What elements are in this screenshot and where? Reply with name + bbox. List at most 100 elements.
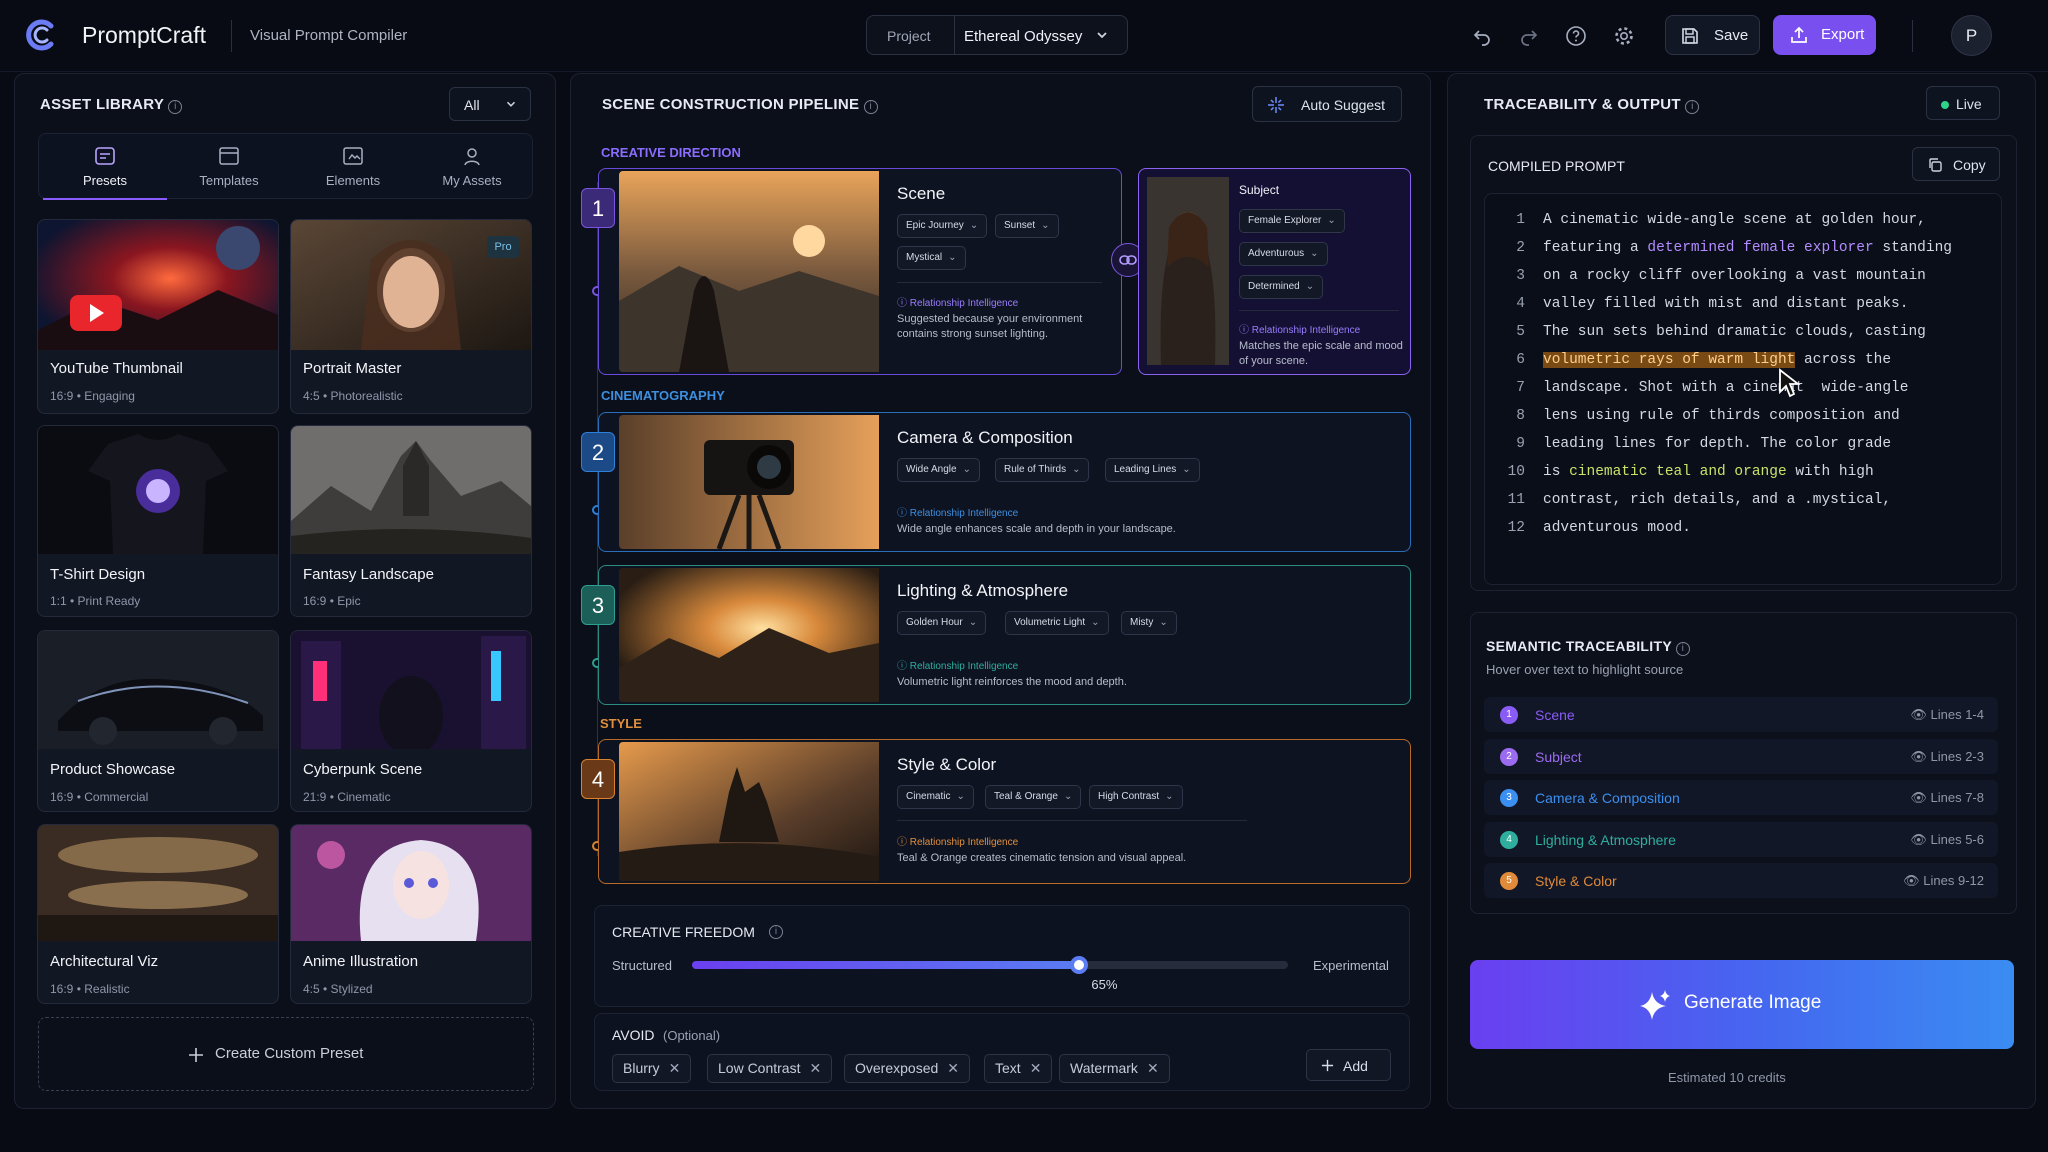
trace-name: Subject (1535, 748, 1582, 765)
close-icon[interactable]: ✕ (1030, 1060, 1042, 1076)
avoid-tag-low-contrast[interactable]: Low Contrast ✕ (707, 1054, 833, 1083)
trace-lines-text: Lines 1-4 (1930, 707, 1984, 722)
lighting-image (619, 568, 879, 702)
project-selector[interactable]: Project Ethereal Odyssey (866, 15, 1128, 55)
create-custom-preset-button[interactable]: Create Custom Preset (38, 1017, 534, 1091)
relationship-intelligence-text: Relationship Intelligence (909, 508, 1019, 519)
chip-female-explorer[interactable]: Female Explorer (1239, 209, 1345, 233)
step-camera-composition-card[interactable]: Camera & Composition Wide Angle Rule of … (598, 412, 1411, 552)
chip-mystical[interactable]: Mystical (897, 246, 966, 270)
tag-label: Low Contrast (718, 1060, 801, 1076)
line-number: 11 (1507, 492, 1525, 508)
close-icon[interactable]: ✕ (809, 1060, 821, 1076)
tag-label: Overexposed (855, 1060, 939, 1076)
chip-adventurous[interactable]: Adventurous (1239, 242, 1328, 266)
tag-label: Watermark (1070, 1060, 1138, 1076)
close-icon[interactable]: ✕ (1147, 1060, 1159, 1076)
subject-card[interactable]: Subject Female Explorer Adventurous Dete… (1138, 168, 1411, 375)
compiled-prompt-code[interactable]: 1 A cinematic wide-angle scene at golden … (1484, 193, 2002, 585)
tab-templates-label: Templates (199, 173, 259, 188)
help-button[interactable] (1561, 21, 1591, 51)
avoid-tag-blurry[interactable]: Blurry ✕ (612, 1054, 692, 1083)
step-style-color-card[interactable]: Style & Color Cinematic Teal & Orange Hi… (598, 739, 1411, 884)
card-title: YouTube Thumbnail (50, 360, 183, 377)
chip-leading-lines[interactable]: Leading Lines (1105, 458, 1200, 482)
eye-icon[interactable]: 👁 (1910, 832, 1927, 847)
preset-card-architectural-viz[interactable]: Architectural Viz 16:9 • Realistic (37, 824, 279, 1004)
app-subtitle: Visual Prompt Compiler (250, 27, 408, 44)
save-button[interactable]: Save (1665, 15, 1760, 55)
step-scene-card[interactable]: Scene Epic Journey Sunset Mystical ⓘ Rel… (598, 168, 1122, 375)
redo-button[interactable] (1514, 21, 1544, 51)
card-title: Portrait Master (303, 360, 402, 377)
chip-determined[interactable]: Determined (1239, 275, 1324, 299)
elements-icon (343, 147, 363, 165)
divider (897, 820, 1247, 821)
presets-icon (95, 147, 115, 165)
preset-card-youtube-thumbnail[interactable]: YouTube Thumbnail 16:9 • Engaging (37, 219, 279, 414)
settings-button[interactable] (1609, 21, 1639, 51)
export-label: Export (1821, 26, 1865, 43)
pipeline-title-text: SCENE CONSTRUCTION PIPELINE (602, 96, 860, 113)
export-button[interactable]: Export (1773, 15, 1876, 55)
generate-image-button[interactable]: Generate Image (1470, 960, 2014, 1049)
avoid-tag-watermark[interactable]: Watermark ✕ (1059, 1054, 1170, 1083)
info-icon[interactable]: i (769, 925, 783, 939)
auto-suggest-button[interactable]: Auto Suggest (1252, 86, 1402, 122)
chip-rule-of-thirds[interactable]: Rule of Thirds (995, 458, 1090, 482)
eye-icon[interactable]: 👁 (1903, 873, 1920, 888)
chip-high-contrast[interactable]: High Contrast (1089, 785, 1183, 809)
eye-icon[interactable]: 👁 (1910, 749, 1927, 764)
creative-freedom-title: CREATIVE FREEDOM (612, 924, 755, 940)
info-icon[interactable]: i (168, 100, 183, 114)
avatar[interactable]: P (1951, 15, 1992, 56)
chip-epic-journey[interactable]: Epic Journey (897, 214, 988, 238)
slider-track[interactable] (692, 961, 1288, 969)
asset-filter-dropdown[interactable]: All (449, 87, 531, 121)
card-meta: 16:9 • Epic (303, 594, 361, 608)
chip-misty[interactable]: Misty (1121, 611, 1177, 635)
step-lighting-atmosphere-card[interactable]: Lighting & Atmosphere Golden Hour Volume… (598, 565, 1411, 705)
preset-card-tshirt-design[interactable]: T-Shirt Design 1:1 • Print Ready (37, 425, 279, 617)
code-line: 3 on a rocky cliff overlooking a vast mou… (1485, 268, 1926, 284)
copy-button[interactable]: Copy (1912, 147, 2000, 181)
slider-thumb[interactable] (1070, 956, 1089, 974)
eye-icon[interactable]: 👁 (1910, 707, 1927, 722)
trace-lines-text: Lines 2-3 (1930, 748, 1984, 764)
info-icon[interactable]: i (863, 100, 878, 114)
trace-row[interactable]: 4 Lighting & Atmosphere 👁 Lines 5-6 (1484, 821, 1998, 857)
tab-elements[interactable]: Elements (291, 134, 415, 200)
chip-teal-orange[interactable]: Teal & Orange (985, 785, 1082, 809)
tab-presets[interactable]: Presets (43, 134, 167, 200)
preset-card-portrait-master[interactable]: Pro Portrait Master 4:5 • Photorealistic (290, 219, 532, 414)
chip-cinematic[interactable]: Cinematic (897, 785, 974, 809)
create-custom-preset-label: Create Custom Preset (215, 1045, 364, 1062)
info-icon[interactable]: i (1685, 100, 1700, 114)
chip-volumetric-light[interactable]: Volumetric Light (1005, 611, 1109, 635)
trace-row[interactable]: 2 Subject 👁 Lines 2-3 (1484, 738, 1998, 774)
tab-my-assets[interactable]: My Assets (410, 134, 534, 200)
avoid-tag-text[interactable]: Text ✕ (984, 1054, 1053, 1083)
close-icon[interactable]: ✕ (669, 1060, 681, 1076)
close-icon[interactable]: ✕ (947, 1060, 959, 1076)
undo-icon (1473, 30, 1490, 46)
chip-wide-angle[interactable]: Wide Angle (897, 458, 980, 482)
tab-templates[interactable]: Templates (167, 134, 291, 200)
chip-golden-hour[interactable]: Golden Hour (897, 611, 987, 635)
trace-row[interactable]: 5 Style & Color 👁 Lines 9-12 (1484, 863, 1998, 898)
preset-card-anime-illustration[interactable]: Anime Illustration 4:5 • Stylized (290, 824, 532, 1004)
avoid-tag-overexposed[interactable]: Overexposed ✕ (844, 1054, 971, 1083)
preset-card-product-showcase[interactable]: Product Showcase 16:9 • Commercial (37, 630, 279, 812)
undo-button[interactable] (1467, 21, 1497, 51)
sparkle-icon (1268, 97, 1284, 113)
chip-sunset[interactable]: Sunset (995, 214, 1059, 238)
trace-row[interactable]: 3 Camera & Composition 👁 Lines 7-8 (1484, 780, 1998, 815)
add-avoid-button[interactable]: Add (1306, 1049, 1391, 1081)
trace-row[interactable]: 1 Scene 👁 Lines 1-4 (1484, 697, 1998, 732)
eye-icon[interactable]: 👁 (1910, 790, 1927, 805)
info-icon[interactable]: i (1675, 642, 1690, 656)
relationship-intelligence-text: Relationship Intelligence (909, 298, 1019, 309)
preset-card-fantasy-landscape[interactable]: Fantasy Landscape 16:9 • Epic (290, 425, 532, 617)
relationship-intelligence-text: Relationship Intelligence (909, 837, 1019, 848)
preset-card-cyberpunk-scene[interactable]: Cyberpunk Scene 21:9 • Cinematic (290, 630, 532, 812)
